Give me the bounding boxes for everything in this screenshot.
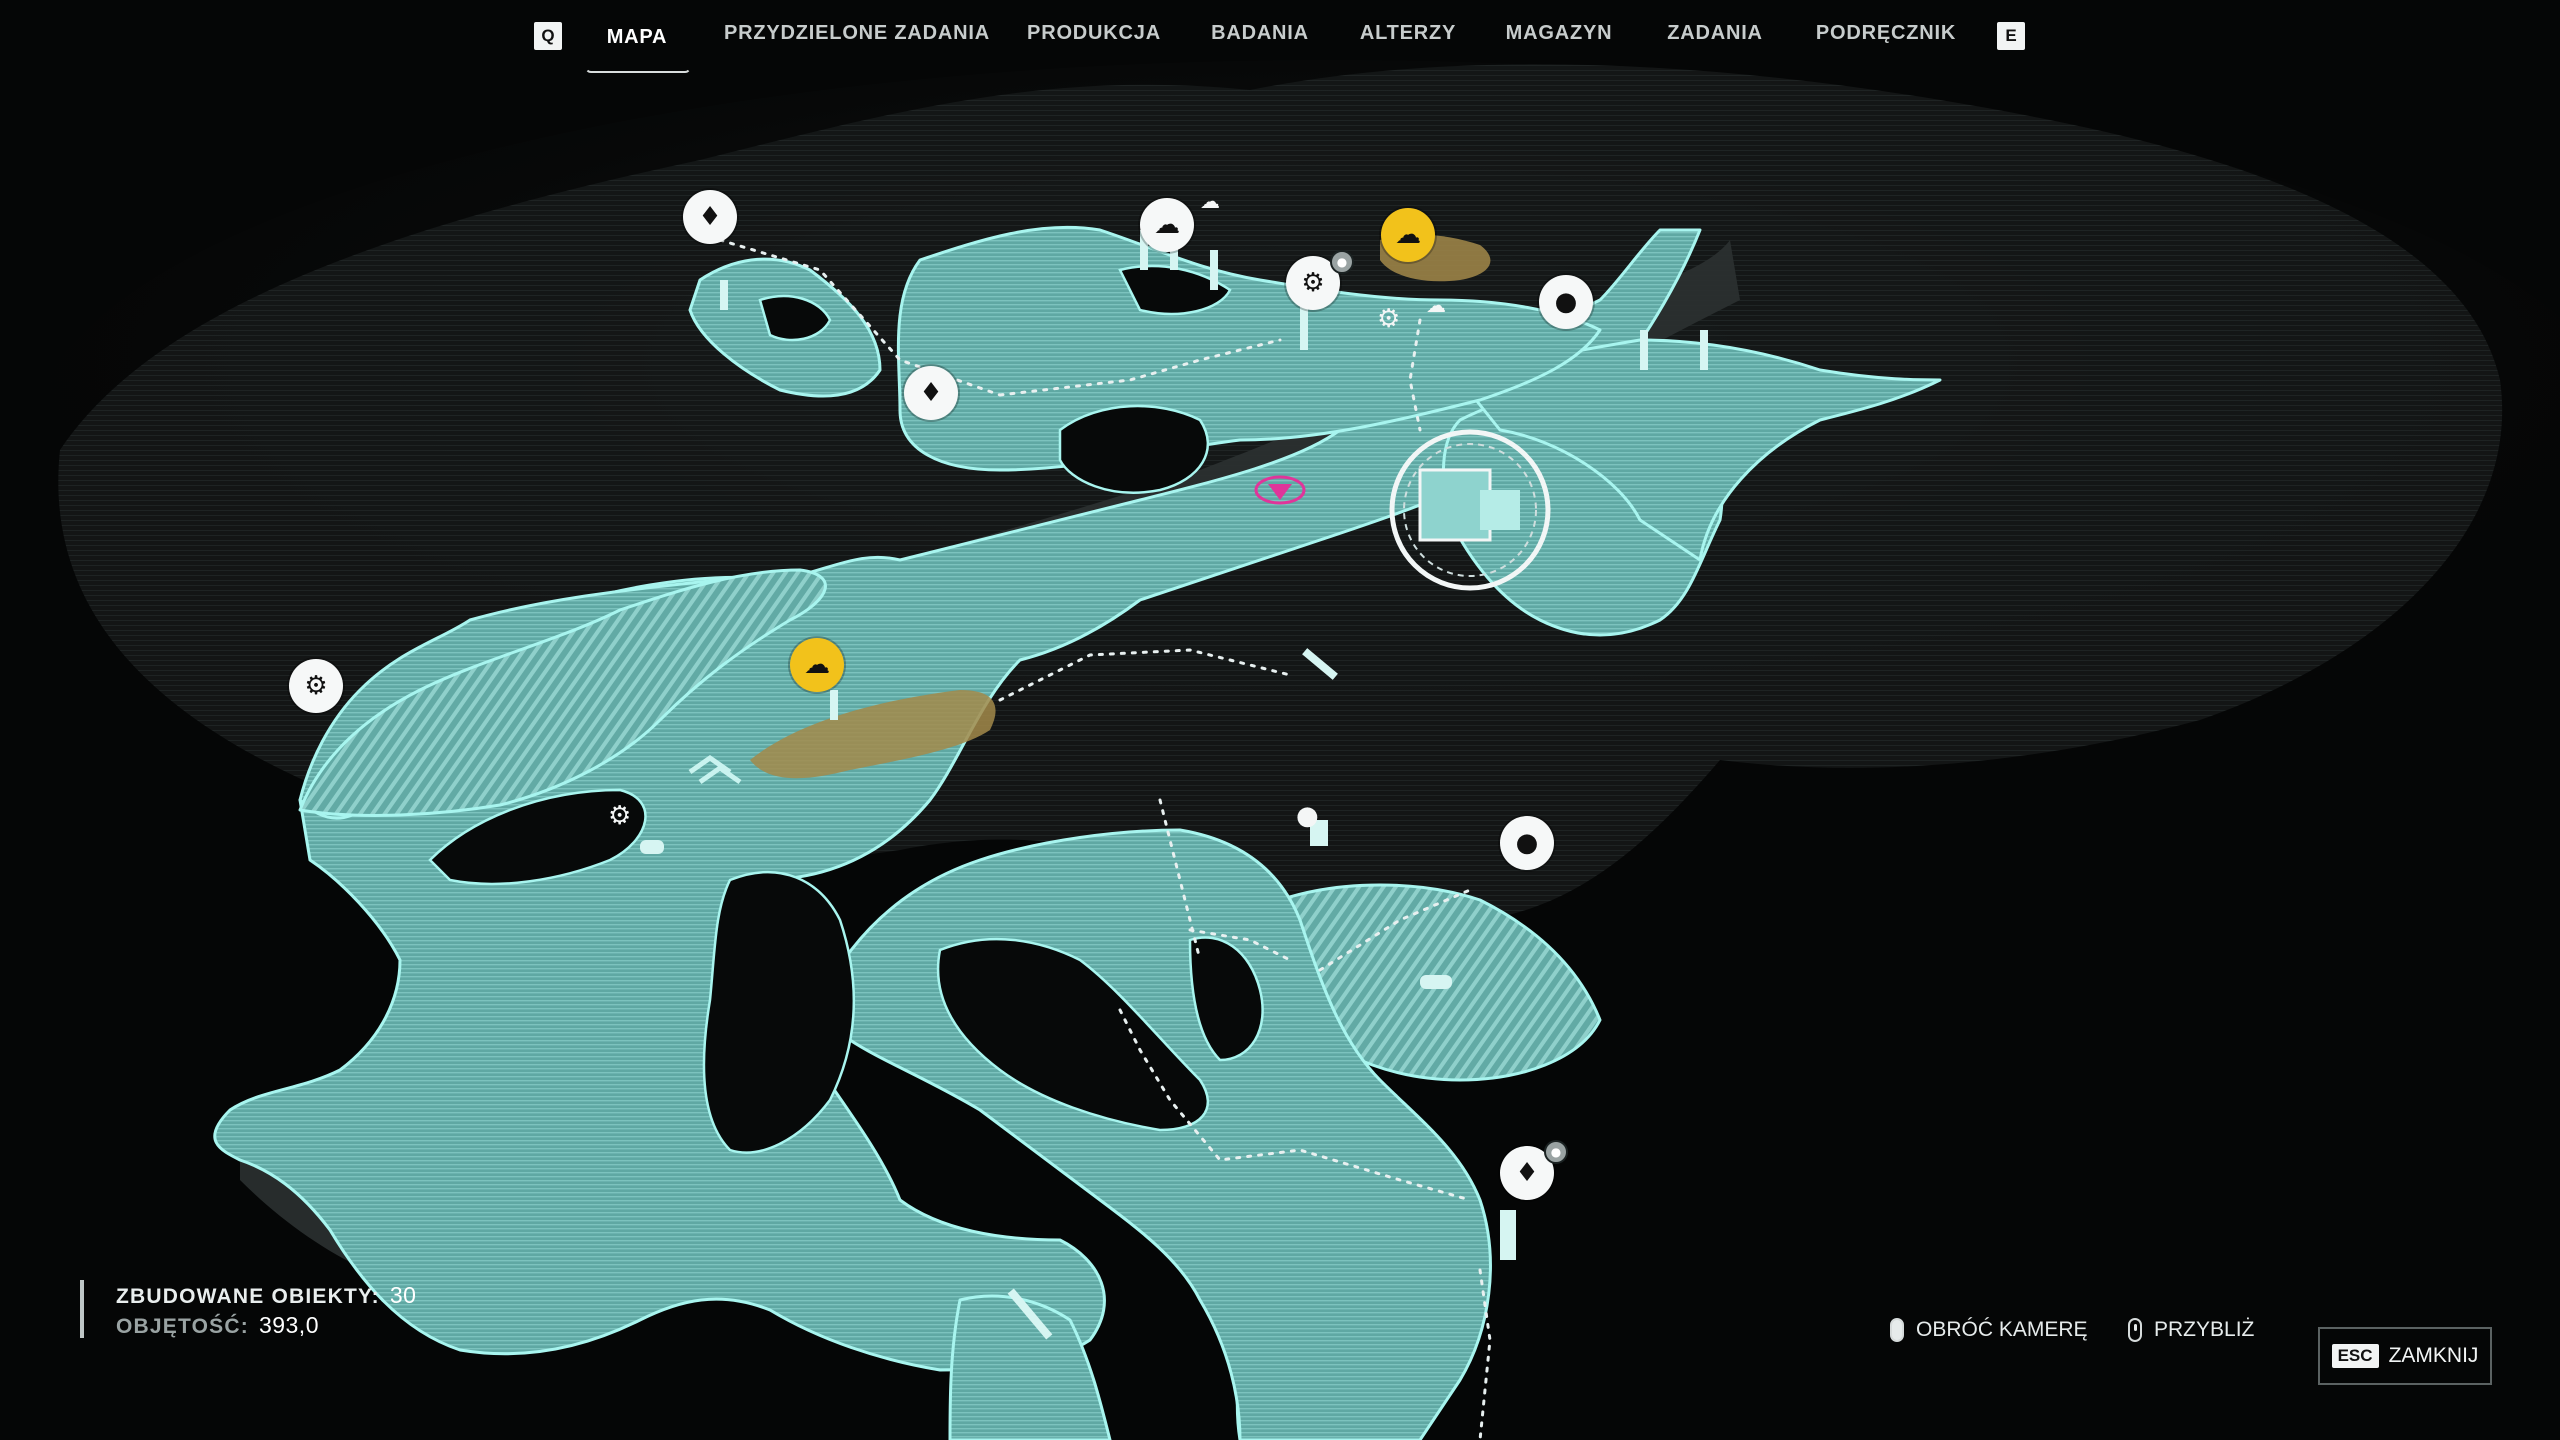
tab-alters[interactable]: ALTERZY [1360, 22, 1456, 52]
ore-marker[interactable]: ♦ [683, 190, 737, 244]
water-drop-icon: ● [1515, 828, 1539, 858]
person-badge-icon: ● [1544, 1140, 1568, 1164]
tab-storage[interactable]: MAGAZYN [1506, 22, 1613, 52]
tab-research[interactable]: BADANIA [1211, 22, 1309, 52]
built-objects-label: ZBUDOWANE OBIEKTY: [116, 1285, 380, 1308]
resource-marker-highlighted[interactable]: ☁ [1381, 208, 1435, 262]
build-stats: ZBUDOWANE OBIEKTY: 30 OBJĘTOŚĆ: 393,0 [80, 1280, 416, 1338]
person-badge-icon: ● [1330, 250, 1354, 274]
close-button[interactable]: ESC ZAMKNIJ [2318, 1327, 2492, 1385]
water-drop-icon: ● [1296, 801, 1319, 831]
ore-marker[interactable]: ♦ ● [1500, 1140, 1568, 1200]
water-drop-icon: ● [1554, 287, 1578, 317]
built-objects-row: ZBUDOWANE OBIEKTY: 30 [116, 1280, 416, 1310]
close-label: ZAMKNIJ [2388, 1344, 2479, 1367]
resource-pile-icon: ☁ [1395, 220, 1421, 250]
diamond-ore-icon: ♦ [698, 202, 722, 232]
ore-marker[interactable]: ♦ [904, 366, 958, 420]
tab-handbook[interactable]: PODRĘCZNIK [1816, 22, 1956, 52]
prev-tab-key[interactable]: Q [534, 22, 562, 50]
gear-icon: ⚙ [608, 801, 632, 831]
gear-icon: ⚙ [304, 671, 328, 701]
gear-icon: ⚙ [1301, 268, 1325, 298]
map-view[interactable] [0, 0, 2560, 1440]
diamond-ore-icon: ♦ [1515, 1158, 1539, 1188]
resource-pile-icon: ☁ [1154, 210, 1180, 240]
mouse-scroll-icon [2128, 1318, 2142, 1343]
resource-pile-icon: ☁ [1426, 293, 1446, 317]
rotate-camera-hint: OBRÓĆ KAMERĘ [1890, 1318, 2088, 1352]
resource-pile-icon: ☁ [804, 650, 830, 680]
tab-tasks[interactable]: ZADANIA [1667, 22, 1763, 52]
volume-value: 393,0 [258, 1312, 319, 1338]
zoom-label: PRZYBLIŻ [2154, 1318, 2255, 1341]
volume-row: OBJĘTOŚĆ: 393,0 [116, 1310, 416, 1340]
esc-key: ESC [2331, 1344, 2379, 1368]
active-tab-indicator [585, 40, 691, 73]
resource-marker-highlighted[interactable]: ☁ [790, 638, 844, 692]
rotate-camera-label: OBRÓĆ KAMERĘ [1916, 1318, 2088, 1341]
volume-label: OBJĘTOŚĆ: [116, 1315, 249, 1338]
gear-icon: ⚙ [1377, 304, 1401, 334]
gear-marker[interactable]: ⚙ ● [1286, 250, 1354, 310]
diamond-ore-icon: ♦ [919, 378, 943, 408]
tab-assigned-tasks[interactable]: PRZYDZIELONE ZADANIA [724, 22, 990, 52]
resource-marker[interactable]: ☁ [1140, 198, 1194, 252]
zoom-hint: PRZYBLIŻ [2128, 1318, 2254, 1352]
gear-marker[interactable]: ⚙ [289, 659, 343, 713]
tab-production[interactable]: PRODUKCJA [1027, 22, 1161, 52]
next-tab-key[interactable]: E [1997, 22, 2025, 50]
water-marker[interactable]: ● [1500, 816, 1554, 870]
mouse-left-icon [1890, 1318, 1904, 1343]
water-marker[interactable]: ● [1539, 275, 1593, 329]
top-navigation: Q MAPA PRZYDZIELONE ZADANIA PRODUKCJA BA… [0, 0, 2560, 80]
built-objects-value: 30 [389, 1282, 417, 1308]
resource-pile-icon: ☁ [1200, 189, 1220, 213]
